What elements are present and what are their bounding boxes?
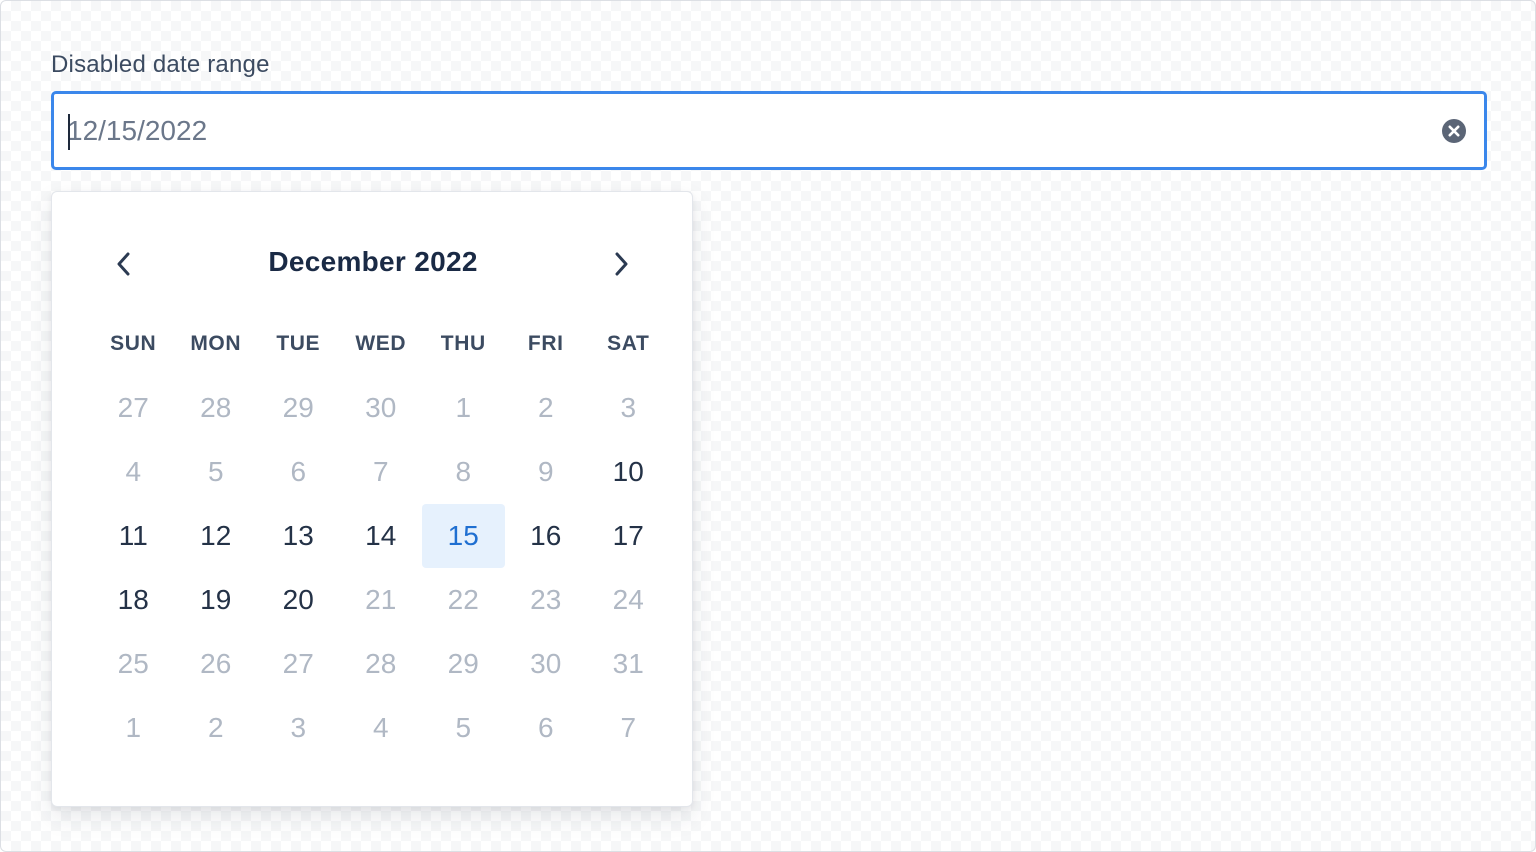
- day-cell[interactable]: 10: [587, 440, 670, 504]
- day-cell: 27: [117, 392, 149, 423]
- next-month-button[interactable]: [601, 244, 641, 284]
- day-cell[interactable]: 13: [257, 504, 340, 568]
- chevron-right-icon: [615, 252, 628, 276]
- day-cell: 27: [282, 648, 314, 679]
- day-cell[interactable]: 17: [587, 504, 670, 568]
- day-cell: 2: [537, 392, 554, 423]
- day-cell: 6: [290, 456, 307, 487]
- day-grid: 27 28 29 30 1 2 3 4 5 6 7 8 9 10 11 12 13 14 15 16 17 18 19 20 2…: [92, 376, 672, 760]
- day-cell: 1: [125, 712, 142, 743]
- day-cell: 24: [612, 584, 644, 615]
- day-cell: 30: [365, 392, 397, 423]
- calendar-popover: December 2022 SUN MON TUE WED THU FRI SA…: [51, 191, 693, 807]
- day-cell: 22: [447, 584, 479, 615]
- day-cell: 9: [537, 456, 554, 487]
- day-cell: 3: [290, 712, 307, 743]
- text-caret: [68, 114, 70, 150]
- day-cell[interactable]: 14: [340, 504, 423, 568]
- weekday-label: MON: [190, 332, 242, 355]
- day-cell[interactable]: 12: [175, 504, 258, 568]
- weekday-label: THU: [440, 332, 486, 355]
- day-cell: 26: [200, 648, 232, 679]
- day-cell: 7: [620, 712, 637, 743]
- day-cell[interactable]: 16: [505, 504, 588, 568]
- weekday-header: SUN MON TUE WED THU FRI SAT: [92, 332, 672, 356]
- weekday-label: SAT: [607, 332, 650, 355]
- weekday-label: WED: [355, 332, 407, 355]
- day-cell: 4: [125, 456, 142, 487]
- day-cell: 6: [537, 712, 554, 743]
- day-cell: 4: [372, 712, 389, 743]
- day-cell-selected[interactable]: 15: [422, 504, 505, 568]
- day-cell: 1: [455, 392, 472, 423]
- day-cell: 28: [365, 648, 397, 679]
- day-cell: 30: [530, 648, 562, 679]
- weekday-label: TUE: [276, 332, 321, 355]
- weekday-label: SUN: [110, 332, 157, 355]
- day-cell[interactable]: 18: [92, 568, 175, 632]
- date-input-container[interactable]: [51, 91, 1487, 170]
- day-cell: 7: [372, 456, 389, 487]
- day-cell: 5: [207, 456, 224, 487]
- day-cell: 29: [282, 392, 314, 423]
- day-cell: 29: [447, 648, 479, 679]
- day-cell: 23: [530, 584, 562, 615]
- date-input[interactable]: [67, 94, 1407, 167]
- day-cell: 8: [455, 456, 472, 487]
- day-cell: 2: [207, 712, 224, 743]
- clear-button[interactable]: [1441, 118, 1467, 144]
- day-cell[interactable]: 19: [175, 568, 258, 632]
- day-cell: 3: [620, 392, 637, 423]
- day-cell[interactable]: 20: [257, 568, 340, 632]
- weekday-label: FRI: [527, 332, 564, 355]
- day-cell: 25: [117, 648, 149, 679]
- field-label: Disabled date range: [51, 51, 270, 78]
- close-circle-icon: [1442, 119, 1466, 143]
- demo-frame: Disabled date range December 2022 SUN MO…: [0, 0, 1536, 852]
- month-year-label: December 2022: [268, 246, 478, 277]
- day-cell: 5: [455, 712, 472, 743]
- day-cell: 21: [365, 584, 397, 615]
- day-cell[interactable]: 11: [92, 504, 175, 568]
- day-cell: 31: [612, 648, 644, 679]
- day-cell: 28: [200, 392, 232, 423]
